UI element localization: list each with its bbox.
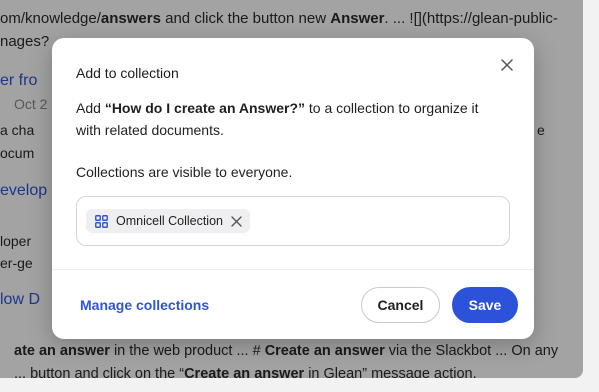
close-button[interactable] <box>496 54 518 76</box>
question-title: “How do I create an Answer?” <box>104 100 306 116</box>
close-icon <box>501 59 513 71</box>
collection-grid-icon <box>95 214 108 228</box>
collection-chip-label: Omnicell Collection <box>116 214 223 228</box>
collection-chip: Omnicell Collection <box>86 209 250 233</box>
dialog-divider <box>52 269 534 270</box>
save-button[interactable]: Save <box>452 287 518 323</box>
remove-chip-icon <box>231 215 242 227</box>
dialog-description: Add “How do I create an Answer?” to a co… <box>76 100 479 138</box>
remove-collection-button[interactable] <box>231 215 242 227</box>
cancel-button[interactable]: Cancel <box>361 287 440 323</box>
add-to-collection-dialog: Add to collection Add “How do I create a… <box>52 38 534 339</box>
manage-collections-link[interactable]: Manage collections <box>80 297 209 313</box>
collection-picker[interactable]: Omnicell Collection <box>76 196 510 246</box>
visibility-note: Collections are visible to everyone. <box>76 164 293 180</box>
dialog-title: Add to collection <box>76 65 179 81</box>
